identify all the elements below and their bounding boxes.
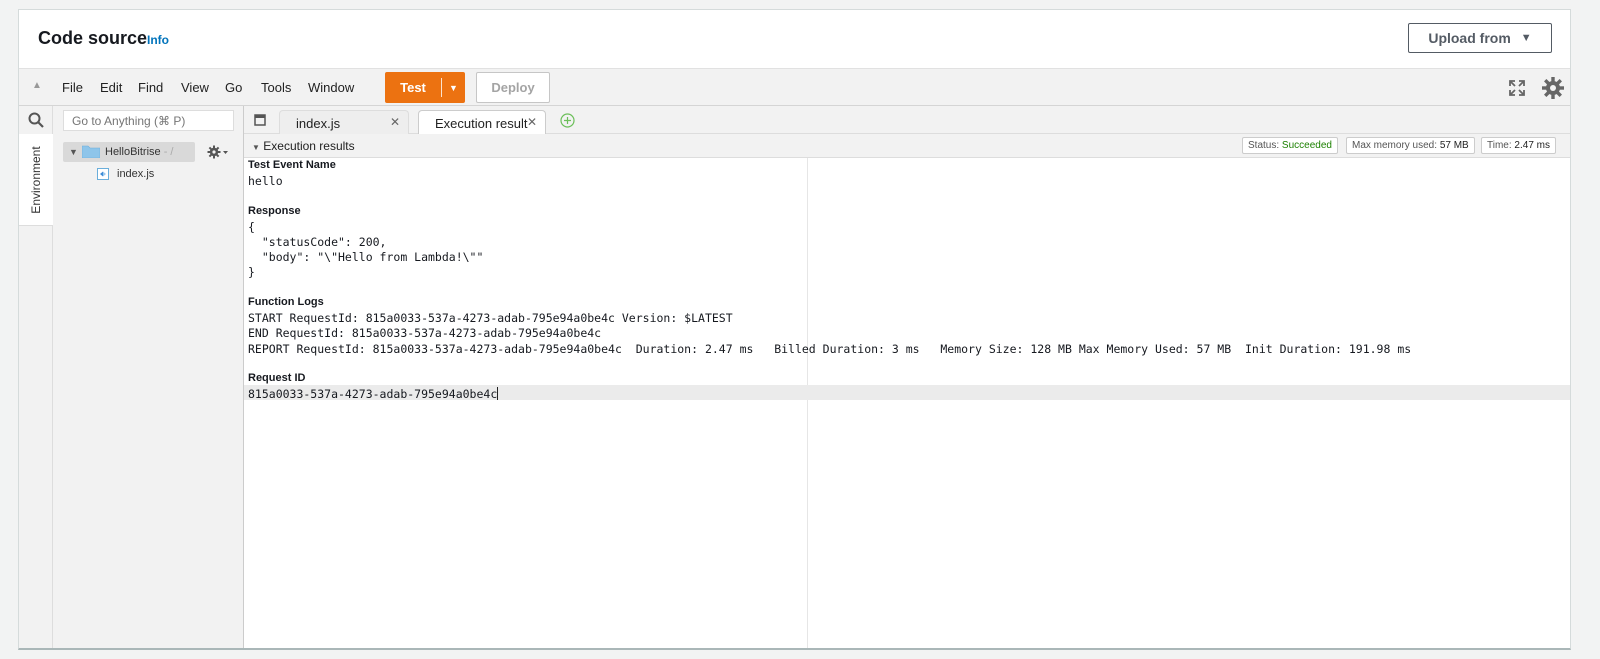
folder-name: HelloBitrise xyxy=(105,146,161,158)
test-button-label[interactable]: Test xyxy=(385,72,441,103)
status-label: Status: xyxy=(1248,140,1280,151)
status-badge: Status: Succeeded xyxy=(1242,137,1338,154)
side-tool-strip: Environment xyxy=(19,106,53,648)
folder-icon xyxy=(82,145,100,158)
tab-execution-results[interactable]: Execution results ✕ xyxy=(418,110,546,135)
execution-results-title[interactable]: ▼ Execution results xyxy=(252,139,355,153)
menu-view[interactable]: View xyxy=(181,80,209,95)
memory-label: Max memory used: xyxy=(1352,140,1438,151)
response-line: } xyxy=(248,265,255,279)
test-button[interactable]: Test ▼ xyxy=(385,72,465,103)
environment-tab[interactable]: Environment xyxy=(19,134,53,226)
menu-file[interactable]: File xyxy=(62,80,83,95)
menu-find[interactable]: Find xyxy=(138,80,163,95)
time-label: Time: xyxy=(1487,140,1512,151)
logs-heading: Function Logs xyxy=(248,296,324,308)
tab-label: index.js xyxy=(296,116,341,131)
event-name: hello xyxy=(248,174,283,188)
fullscreen-icon[interactable] xyxy=(1507,78,1527,98)
response-heading: Response xyxy=(248,205,301,217)
caret-down-icon: ▼ xyxy=(1520,32,1532,44)
status-value: Succeeded xyxy=(1281,140,1332,151)
log-line: END RequestId: 815a0033-537a-4273-adab-7… xyxy=(248,326,602,340)
file-tree-panel: ▼ HelloBitrise - / index.js xyxy=(53,106,244,648)
time-value: 2.47 ms xyxy=(1514,140,1550,151)
upload-from-button[interactable]: Upload from ▼ xyxy=(1408,23,1552,53)
page-title: Code source xyxy=(38,28,148,48)
expand-arrow-icon[interactable]: ▼ xyxy=(69,147,78,157)
menu-tools[interactable]: Tools xyxy=(261,80,291,95)
search-icon[interactable] xyxy=(19,106,53,134)
file-name: index.js xyxy=(117,168,155,180)
ide-menubar: ▲ File Edit Find View Go Tools Window Te… xyxy=(19,68,1570,106)
event-heading: Test Event Name xyxy=(248,159,336,171)
chevron-down-icon[interactable]: ▼ xyxy=(442,72,465,103)
add-tab-icon[interactable] xyxy=(560,113,575,128)
text-cursor xyxy=(497,387,499,400)
info-link[interactable]: Info xyxy=(147,33,169,47)
request-id-line: 815a0033-537a-4273-adab-795e94a0be4c xyxy=(248,387,499,402)
collapse-arrow-icon[interactable]: ▼ xyxy=(252,143,260,152)
editor-tab-bar: index.js ✕ Execution results ✕ xyxy=(244,106,1570,135)
folder-path: - / xyxy=(160,146,174,158)
tree-settings-gear-icon[interactable] xyxy=(207,145,229,159)
close-icon[interactable]: ✕ xyxy=(390,115,400,129)
response-line: "statusCode": 200, xyxy=(248,235,387,249)
execution-results-bar: ▼ Execution results Status: Succeeded Ma… xyxy=(244,134,1570,158)
environment-tab-label: Environment xyxy=(29,145,43,214)
request-id-value: 815a0033-537a-4273-adab-795e94a0be4c xyxy=(248,387,498,401)
code-source-panel: Code source Info Upload from ▼ ▲ File Ed… xyxy=(18,9,1571,650)
memory-badge: Max memory used: 57 MB xyxy=(1346,137,1475,154)
menu-window[interactable]: Window xyxy=(308,80,354,95)
log-line: START RequestId: 815a0033-537a-4273-adab… xyxy=(248,311,733,325)
tab-label: Execution results xyxy=(435,116,528,131)
execution-output[interactable]: Test Event Name hello Response { "status… xyxy=(244,158,1570,648)
print-margin-guide xyxy=(807,158,808,648)
tree-folder-hellobitrise[interactable]: ▼ HelloBitrise - / xyxy=(63,142,195,162)
response-line: { xyxy=(248,220,255,234)
go-to-anything-input[interactable] xyxy=(63,110,234,131)
close-icon[interactable]: ✕ xyxy=(527,115,537,129)
memory-value: 57 MB xyxy=(1439,140,1469,151)
collapse-icon[interactable]: ▲ xyxy=(32,80,46,94)
tab-list-icon[interactable] xyxy=(253,113,267,127)
response-line: "body": "\"Hello from Lambda!\"" xyxy=(248,250,484,264)
gear-icon[interactable] xyxy=(1541,76,1565,100)
tab-index-js[interactable]: index.js ✕ xyxy=(279,110,409,134)
editor-area: index.js ✕ Execution results ✕ ▼ Executi… xyxy=(244,106,1570,648)
log-line: REPORT RequestId: 815a0033-537a-4273-ada… xyxy=(248,342,1412,356)
deploy-button[interactable]: Deploy xyxy=(476,72,550,103)
upload-from-label: Upload from xyxy=(1428,30,1511,46)
panel-header: Code source Info Upload from ▼ xyxy=(19,10,1570,68)
execution-results-label: Execution results xyxy=(263,139,355,153)
menu-go[interactable]: Go xyxy=(225,80,242,95)
time-badge: Time: 2.47 ms xyxy=(1481,137,1556,154)
file-icon xyxy=(97,168,109,180)
request-id-heading: Request ID xyxy=(248,372,306,384)
menu-edit[interactable]: Edit xyxy=(100,80,122,95)
